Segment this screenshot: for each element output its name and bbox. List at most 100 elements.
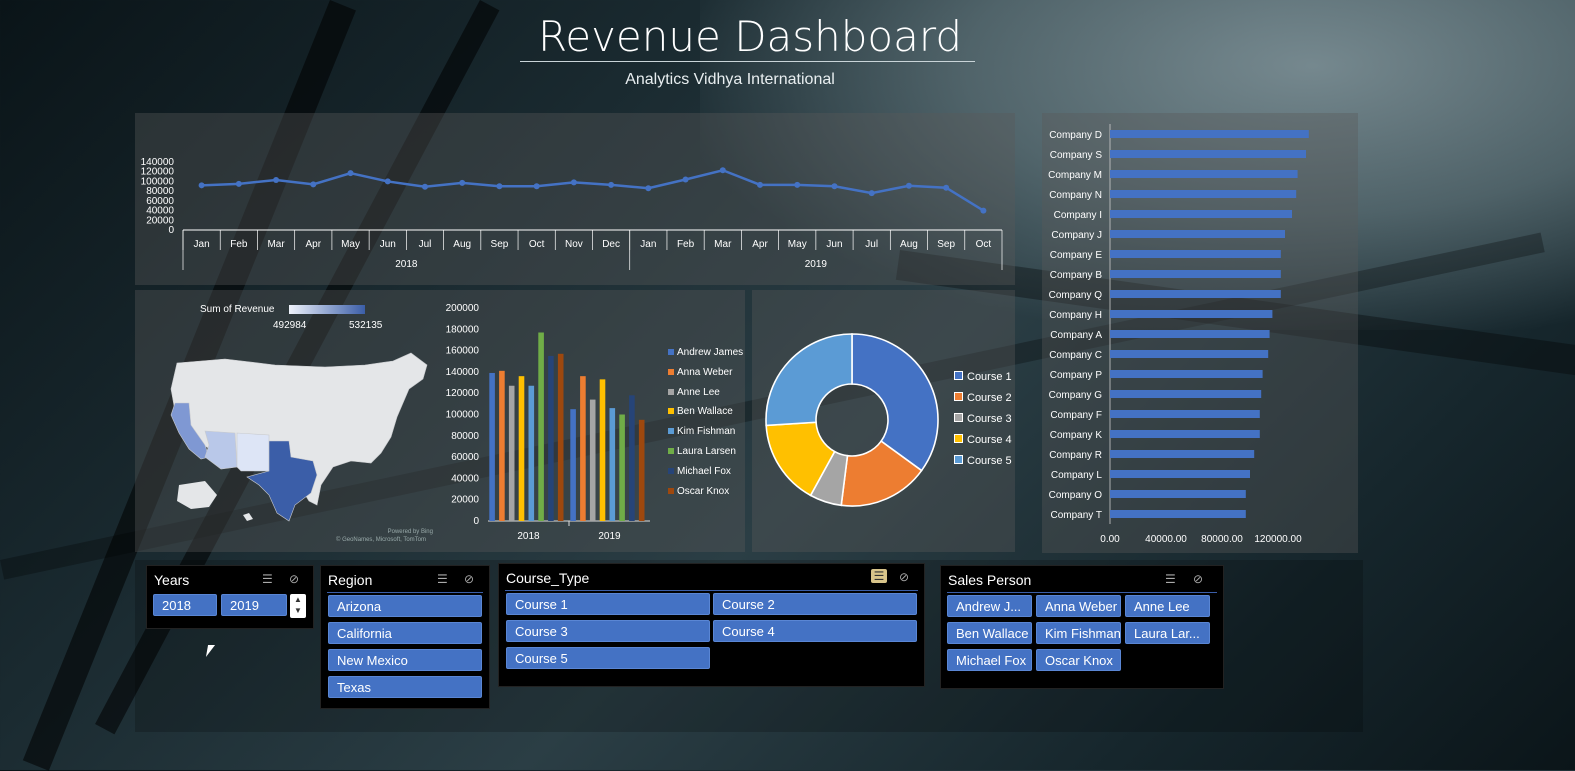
slicer-item-texas[interactable]: Texas <box>328 676 482 698</box>
slicer-item-2018[interactable]: 2018 <box>153 594 217 616</box>
slicer-item-arizona[interactable]: Arizona <box>328 595 482 617</box>
donut-slice <box>851 333 939 472</box>
y-tick-label: 80000 <box>451 431 479 442</box>
page-title: Revenue Dashboard <box>537 12 963 61</box>
multi-select-icon[interactable]: ☰ <box>871 569 887 583</box>
legend-swatch <box>668 448 674 454</box>
x-tick-label: Apr <box>306 239 322 250</box>
legend-swatch <box>668 467 674 474</box>
slicer-item-new-mexico[interactable]: New Mexico <box>328 649 482 671</box>
map-hawaii <box>243 513 253 521</box>
bar <box>599 379 606 521</box>
slicer-item-2019[interactable]: 2019 <box>221 594 287 616</box>
legend-item: Oscar Knox <box>668 486 729 497</box>
legend-item: Course 3 <box>954 413 1012 425</box>
y-tick-label: 40000 <box>451 473 479 484</box>
bar <box>528 385 535 521</box>
slicer-item-course-3[interactable]: Course 3 <box>506 620 710 642</box>
company-label: Company I <box>1054 210 1102 221</box>
company-label: Company R <box>1049 450 1102 461</box>
x-tick-label: May <box>788 239 807 250</box>
multi-select-icon[interactable]: ☰ <box>1165 572 1181 586</box>
bar <box>1110 450 1255 458</box>
slicer-item-course-2[interactable]: Course 2 <box>713 593 917 615</box>
legend-swatch <box>954 413 963 422</box>
data-point <box>533 183 540 190</box>
x-tick-label: 0.00 <box>1100 534 1120 545</box>
data-point <box>794 181 801 188</box>
region-slicer: Region ☰ ⊘ Arizona California New Mexico… <box>320 565 490 709</box>
bar <box>570 409 576 521</box>
clear-filter-icon[interactable]: ⊘ <box>289 572 305 586</box>
slicer-item-andrew-james[interactable]: Andrew J... <box>947 595 1032 617</box>
y-tick-label: 60000 <box>451 452 479 463</box>
legend-label: Oscar Knox <box>677 485 730 497</box>
bar <box>1110 510 1246 518</box>
x-tick-label: 2018 <box>517 531 540 542</box>
x-tick-label: Jan <box>640 239 656 250</box>
company-label: Company M <box>1048 170 1102 181</box>
clear-filter-icon[interactable]: ⊘ <box>899 570 915 584</box>
sales-person-slicer-title: Sales Person <box>948 572 1032 588</box>
data-point <box>645 185 652 192</box>
year-group-label: 2019 <box>805 259 828 270</box>
legend-label: Ben Wallace <box>677 406 733 418</box>
salesperson-bar-chart: 2000001800001600001400001200001000008000… <box>446 303 650 542</box>
company-label: Company D <box>1049 130 1102 141</box>
slicer-item-anne-lee[interactable]: Anne Lee <box>1125 595 1210 617</box>
legend-label: Course 5 <box>967 455 1012 467</box>
slicer-item-kim-fishman[interactable]: Kim Fishman <box>1036 622 1121 644</box>
bar <box>1110 310 1273 318</box>
legend-swatch <box>954 455 963 464</box>
slicer-item-course-1[interactable]: Course 1 <box>506 593 710 615</box>
data-point <box>273 176 280 183</box>
bar <box>1110 130 1309 138</box>
x-tick-label: Jun <box>826 239 842 250</box>
clear-filter-icon[interactable]: ⊘ <box>1193 572 1209 586</box>
monthly-revenue-line-chart: 140000120000100000800006000040000200000J… <box>141 157 1003 270</box>
multi-select-icon[interactable]: ☰ <box>262 572 278 586</box>
slicer-item-course-4[interactable]: Course 4 <box>713 620 917 642</box>
x-tick-label: Nov <box>565 239 583 250</box>
years-scroll-stepper[interactable]: ▲ ▼ <box>290 594 306 618</box>
bar <box>1110 490 1246 498</box>
bar <box>589 399 596 521</box>
company-label: Company Q <box>1049 290 1103 301</box>
slicer-item-oscar-knox[interactable]: Oscar Knox <box>1036 649 1121 671</box>
bar <box>1110 290 1281 298</box>
slicer-item-ben-wallace[interactable]: Ben Wallace <box>947 622 1032 644</box>
legend-item: Course 4 <box>954 434 1012 446</box>
data-point <box>980 207 987 214</box>
bar <box>499 370 505 521</box>
x-tick-label: May <box>341 239 360 250</box>
bar <box>557 353 564 521</box>
legend-item: Course 2 <box>954 392 1012 404</box>
map-legend-gradient <box>289 305 365 314</box>
slicer-item-california[interactable]: California <box>328 622 482 644</box>
y-tick-label: 120000 <box>446 388 480 399</box>
bar <box>1110 350 1269 358</box>
multi-select-icon[interactable]: ☰ <box>437 572 453 586</box>
x-tick-label: 2019 <box>598 531 621 542</box>
clear-filter-icon[interactable]: ⊘ <box>464 572 480 586</box>
years-slicer: Years ☰ ⊘ 2018 2019 ▲ ▼ <box>146 565 314 629</box>
x-tick-label: Oct <box>529 239 545 250</box>
company-label: Company C <box>1049 350 1102 361</box>
slicer-item-laura-larsen[interactable]: Laura Lar... <box>1125 622 1210 644</box>
bar <box>1110 330 1270 338</box>
course-type-slicer-title: Course_Type <box>506 570 590 586</box>
data-point <box>905 182 912 189</box>
bar <box>508 385 515 521</box>
bar <box>489 372 495 521</box>
slicer-item-course-5[interactable]: Course 5 <box>506 647 710 669</box>
data-point <box>757 181 764 188</box>
slicer-item-michael-fox[interactable]: Michael Fox <box>947 649 1032 671</box>
slicer-item-anna-weber[interactable]: Anna Weber <box>1036 595 1121 617</box>
company-label: Company B <box>1050 270 1103 281</box>
bar <box>638 419 645 521</box>
data-point <box>608 181 615 188</box>
data-point <box>496 183 503 190</box>
bar <box>518 376 525 521</box>
legend-swatch <box>668 408 674 415</box>
legend-swatch <box>668 368 674 375</box>
